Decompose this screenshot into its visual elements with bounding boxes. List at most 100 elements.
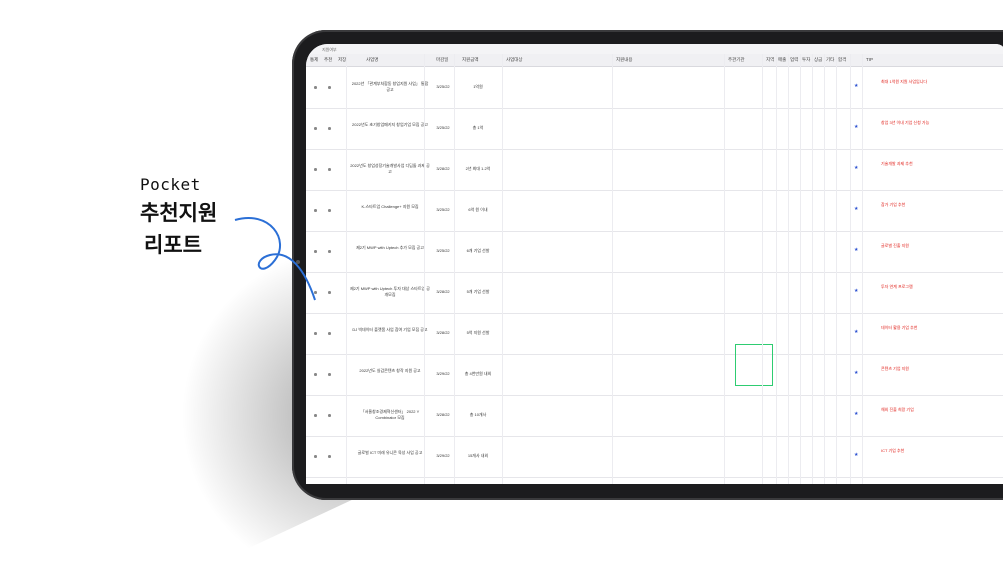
table-row[interactable]: 2022년도 실감콘텐츠 창작 지원 공고 3/29/22 총 4천만원 내외 콘텐츠… — [306, 354, 1003, 396]
column-header[interactable]: 업력 — [790, 57, 798, 63]
column-header[interactable]: 사업명 — [366, 57, 378, 63]
star-icon[interactable]: ★ — [854, 288, 858, 294]
row-checkbox[interactable] — [314, 332, 317, 335]
row-checkbox[interactable] — [328, 332, 331, 335]
row-checkbox[interactable] — [314, 373, 317, 376]
table-row[interactable]: 제2기 MWP with Uptech 추가 모집 공고 3/25/22 6개 기업… — [306, 231, 1003, 273]
star-icon[interactable]: ★ — [854, 452, 858, 458]
grid-line — [346, 54, 347, 484]
grid-line — [850, 54, 851, 484]
row-title: 글로벌 ICT 미래 유니콘 육성 사업 공고 — [357, 450, 423, 455]
table-row[interactable]: 제2기 MWP with Uptech 투자 대상 스타트업 공개모집 3/28/… — [306, 272, 1003, 314]
callout-arrow-icon — [234, 217, 316, 301]
column-header[interactable]: 지원내용 — [616, 57, 633, 63]
callout-line1: Pocket — [140, 175, 201, 194]
grid-line — [502, 54, 503, 484]
row-title: 2022년도 창업성장기술개발사업 디딤돌 과제 공고 — [350, 163, 430, 174]
row-title: 2022년도 실감콘텐츠 창작 지원 공고 — [359, 368, 421, 373]
row-tip: 데이터 활용 기업 추천 — [881, 325, 918, 330]
grid-line — [862, 54, 863, 484]
star-icon[interactable]: ★ — [854, 83, 858, 89]
column-header[interactable]: 사업대상 — [506, 57, 523, 63]
row-amount: 총 4천만원 내외 — [464, 371, 492, 376]
grid-line — [454, 54, 455, 484]
row-checkbox[interactable] — [314, 168, 317, 171]
star-icon[interactable]: ★ — [854, 247, 858, 253]
spreadsheet-screen: 지원여부 통제 추천 저장 사업명 마감일 지원금액 사업대상 지원내용 주관기관 지역 매출 업력 투… — [306, 44, 1003, 484]
grid-line — [424, 54, 425, 484]
row-checkbox[interactable] — [314, 455, 317, 458]
column-header[interactable]: TIP — [866, 57, 873, 62]
row-checkbox[interactable] — [328, 373, 331, 376]
pocket-callout: Pocket 추천지원 리포트 — [140, 175, 217, 257]
row-title: 제2기 MWP with Uptech 추가 모집 공고 — [356, 245, 424, 250]
row-amount: 6억 원 이내 — [468, 207, 488, 212]
row-amount: 15개사 내외 — [467, 453, 489, 458]
row-checkbox[interactable] — [328, 168, 331, 171]
column-header[interactable]: 추천 — [324, 57, 332, 63]
column-header[interactable]: 기타 — [826, 57, 834, 63]
star-icon[interactable]: ★ — [854, 206, 858, 212]
star-icon[interactable]: ★ — [854, 411, 858, 417]
row-tip: 투자 연계 프로그램 — [881, 284, 913, 289]
row-title: 제2기 MWP with Uptech 투자 대상 스타트업 공개모집 — [350, 286, 430, 297]
table-row[interactable]: 2022년도 창업성장기술개발사업 디딤돌 과제 공고 3/28/22 2년 최대 … — [306, 149, 1003, 191]
selected-cell[interactable] — [735, 344, 773, 386]
grid-line — [836, 54, 837, 484]
column-header[interactable]: 상금 — [814, 57, 822, 63]
row-amount: 총 1억 — [472, 125, 484, 130]
row-tip: 기술개발 과제 추천 — [881, 161, 913, 166]
row-amount: 총 10개사 — [469, 412, 487, 417]
row-tip: 콘텐츠 기업 지원 — [881, 366, 909, 371]
table-row[interactable]: 2022년도 초기창업패키지 창업기업 모집 공고 3/25/22 총 1억 창업 3… — [306, 108, 1003, 150]
row-checkbox[interactable] — [314, 414, 317, 417]
star-icon[interactable]: ★ — [854, 329, 858, 335]
callout-line3: 리포트 — [144, 233, 202, 257]
row-title: 「서울창조경제혁신센터」 2022 Y Combinator 모집 — [360, 409, 420, 420]
row-title: 2022년 「관계부처합동 창업지원 사업」 통합 공고 — [351, 81, 429, 92]
grid-line — [724, 54, 725, 484]
column-header[interactable]: 지역 — [766, 57, 774, 63]
star-icon[interactable]: ★ — [854, 370, 858, 376]
header-group-label: 지원여부 — [322, 47, 337, 52]
column-header[interactable]: 투자 — [802, 57, 810, 63]
column-header[interactable]: 마감일 — [436, 57, 448, 63]
grid-line — [824, 54, 825, 484]
grid-line — [776, 54, 777, 484]
row-checkbox[interactable] — [314, 86, 317, 89]
table-row[interactable]: 「서울창조경제혁신센터」 2022 Y Combinator 모집 3/28/22… — [306, 395, 1003, 437]
row-tip: 해외 진출 희망 기업 — [881, 407, 914, 412]
column-header[interactable]: 통제 — [310, 57, 318, 63]
row-amount: 5개 기업 선발 — [466, 289, 490, 294]
column-header[interactable]: 매출 — [778, 57, 786, 63]
row-tip: 참가 기업 추천 — [881, 202, 906, 207]
star-icon[interactable]: ★ — [854, 165, 858, 171]
row-checkbox[interactable] — [328, 414, 331, 417]
column-header-row: 통제 추천 저장 사업명 마감일 지원금액 사업대상 지원내용 주관기관 지역 매출 업력 투자 상금 기타… — [306, 54, 1003, 67]
star-icon[interactable]: ★ — [854, 124, 858, 130]
column-header[interactable]: 지원금액 — [462, 57, 479, 63]
column-header[interactable]: 주관기관 — [728, 57, 745, 63]
callout-line2: 추천지원 — [140, 201, 218, 225]
column-header[interactable]: 합격 — [838, 57, 846, 63]
row-checkbox[interactable] — [328, 127, 331, 130]
row-amount: 6개 기업 선발 — [466, 248, 490, 253]
table-row[interactable]: 2022년 「관계부처합동 창업지원 사업」 통합 공고 3/25/22 1억원 최대… — [306, 67, 1003, 109]
row-tip: 글로벌 진출 지원 — [881, 243, 909, 248]
table-row[interactable]: 글로벌 ICT 미래 유니콘 육성 사업 공고 3/29/22 15개사 내외 ICT… — [306, 436, 1003, 478]
row-title: 2022년도 초기창업패키지 창업기업 모집 공고 — [352, 122, 428, 127]
grid-line — [788, 54, 789, 484]
row-tip: 창업 3년 이내 기업 신청 가능 — [881, 120, 930, 125]
row-checkbox[interactable] — [314, 127, 317, 130]
row-checkbox[interactable] — [328, 455, 331, 458]
grid-line — [762, 54, 763, 484]
grid-line — [612, 54, 613, 484]
row-checkbox[interactable] — [328, 86, 331, 89]
grid-line — [800, 54, 801, 484]
row-amount: 1억원 — [473, 84, 483, 89]
row-tip: ICT 기업 추천 — [881, 448, 905, 453]
row-amount: 5억 지원 선발 — [466, 330, 490, 335]
table-row[interactable]: DJ 빅데이터 플랫폼 사업 참여 기업 모집 공고 3/28/22 5억 지원 선… — [306, 313, 1003, 355]
row-title: DJ 빅데이터 플랫폼 사업 참여 기업 모집 공고 — [352, 327, 428, 332]
table-row[interactable]: K-스타트업 Challenge+ 지원 모집 3/25/22 6억 원 이내 참가 … — [306, 190, 1003, 232]
